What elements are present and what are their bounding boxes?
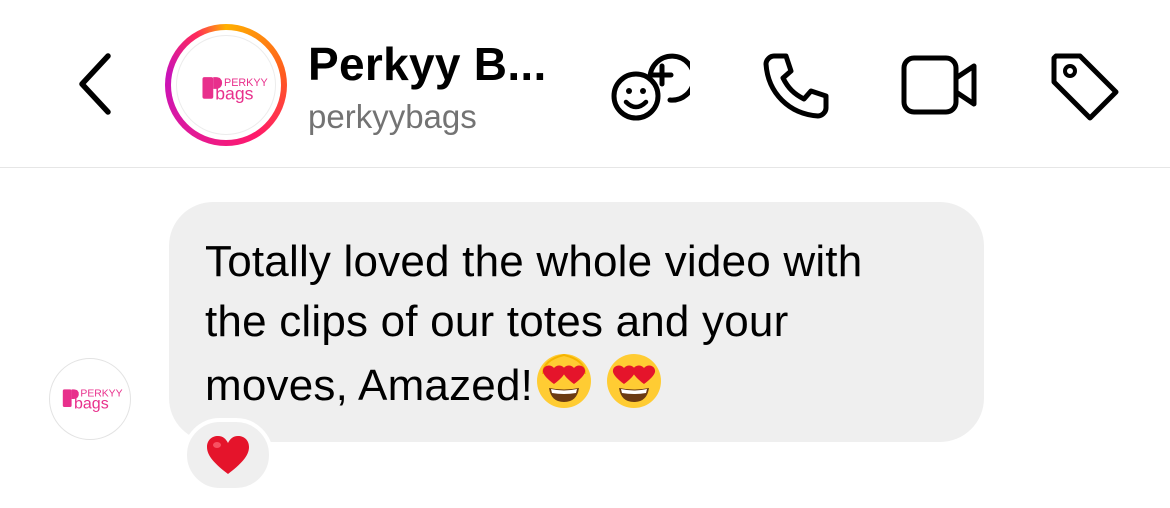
profile-avatar-story-ring[interactable]: PERKYY bags (165, 24, 287, 146)
message-reaction[interactable] (183, 418, 273, 492)
direct-message-thread: PERKYY bags Perkyy B... perkyybags PERKY… (0, 0, 1170, 508)
svg-text:bags: bags (215, 84, 253, 104)
video-call-button[interactable] (900, 52, 980, 118)
add-people-icon (611, 53, 697, 121)
perkyy-bags-logo: PERKYY bags (62, 389, 123, 413)
tag-icon (1051, 53, 1119, 121)
sender-avatar[interactable]: PERKYY bags (49, 358, 131, 440)
message-text: Totally loved the whole video with the c… (205, 237, 863, 410)
add-to-group-button[interactable] (608, 44, 697, 126)
message-bubble[interactable]: Totally loved the whole video with the c… (169, 202, 984, 442)
heart-eyes-emoji (605, 352, 663, 415)
avatar: PERKYY bags (176, 35, 276, 135)
contact-display-name[interactable]: Perkyy B... (308, 37, 547, 91)
phone-icon (763, 53, 829, 119)
perkyy-bags-logo: PERKYY bags (202, 77, 268, 104)
label-button[interactable] (1046, 50, 1122, 122)
back-button[interactable] (68, 48, 124, 120)
contact-username[interactable]: perkyybags (308, 98, 477, 136)
chevron-left-icon (79, 53, 111, 115)
svg-text:bags: bags (74, 396, 109, 413)
heart-eyes-emoji (535, 352, 593, 415)
video-camera-icon (901, 55, 977, 115)
red-heart-icon (207, 436, 249, 474)
audio-call-button[interactable] (760, 50, 832, 122)
thread-header: PERKYY bags Perkyy B... perkyybags (0, 0, 1170, 168)
